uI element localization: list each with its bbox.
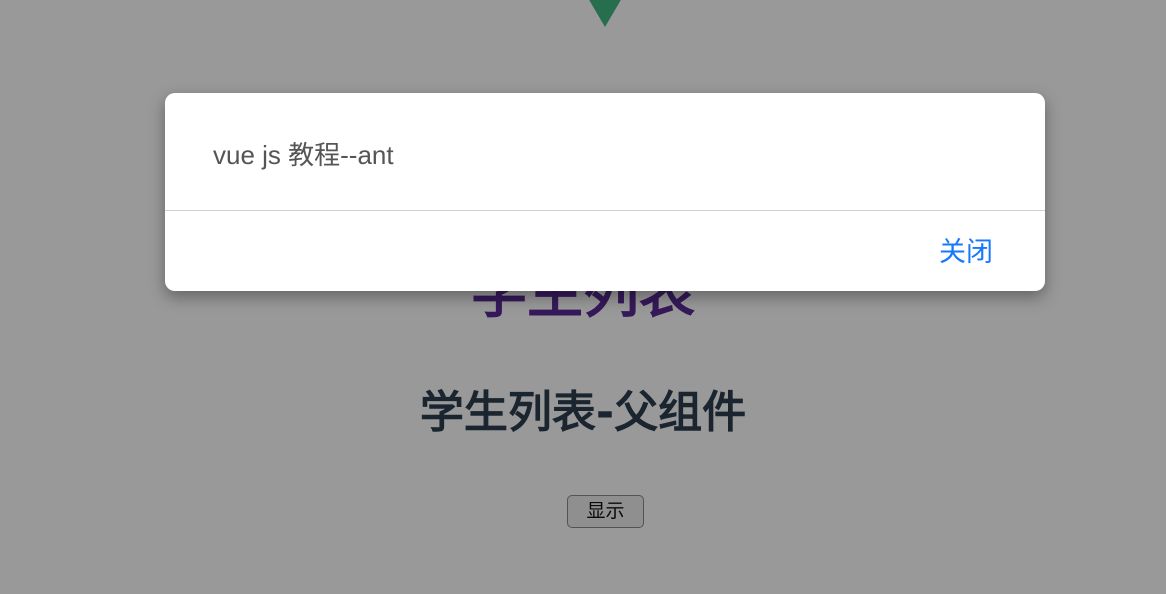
- modal-dialog: vue js 教程--ant 关闭: [165, 93, 1045, 291]
- modal-overlay[interactable]: [0, 0, 1166, 594]
- modal-body: vue js 教程--ant: [165, 93, 1045, 211]
- modal-message: vue js 教程--ant: [213, 140, 394, 170]
- close-button[interactable]: 关闭: [939, 233, 993, 273]
- app-page: 学生列表 学生列表-父组件 显示 vue js 教程--ant 关闭: [0, 0, 1166, 594]
